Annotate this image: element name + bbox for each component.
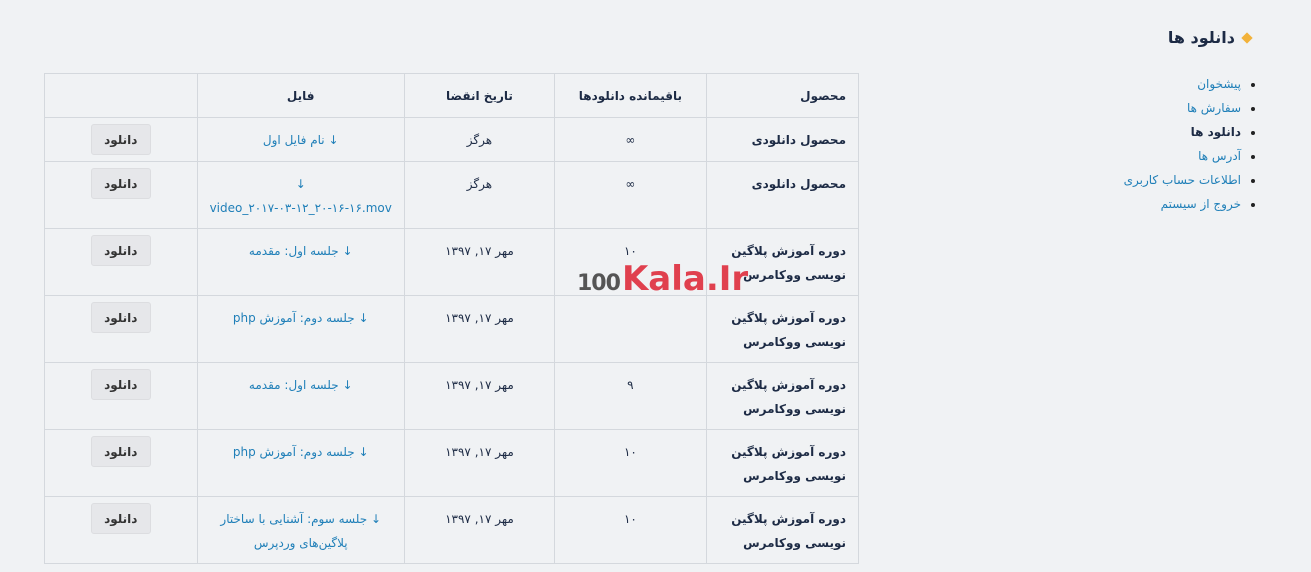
diamond-icon — [1241, 31, 1253, 44]
nav-link-dashboard[interactable]: پیشخوان — [1197, 77, 1241, 91]
cell-action: دانلود — [44, 228, 198, 296]
header-action — [44, 73, 198, 118]
cell-action: دانلود — [44, 429, 198, 497]
cell-product: دوره آموزش پلاگین نویسی ووکامرس — [705, 295, 860, 363]
cell-file: ↓ جلسه دوم: آموزش php — [196, 295, 405, 363]
header-file: فایل — [196, 73, 405, 118]
cell-expires: مهر ۱۷, ۱۳۹۷ — [403, 228, 556, 296]
file-link[interactable]: ↓ نام فایل اول — [263, 133, 339, 147]
section-header: دانلود ها — [1167, 28, 1253, 47]
download-button[interactable]: دانلود — [90, 168, 151, 199]
cell-product: دوره آموزش پلاگین نویسی ووکامرس — [705, 362, 860, 430]
nav-item-orders[interactable]: سفارش ها — [1124, 96, 1241, 120]
cell-product: دوره آموزش پلاگین نویسی ووکامرس — [705, 429, 860, 497]
page-title: دانلود ها — [1167, 28, 1235, 47]
header-expires: تاریخ انقضا — [403, 73, 556, 118]
nav-link-addresses[interactable]: آدرس ها — [1198, 149, 1241, 163]
cell-file: ↓ video_۲۰۱۷-۰۳-۱۲_۲۰-۱۶-۱۶.mov — [196, 161, 405, 229]
cell-remaining: ۱۰ — [554, 496, 707, 564]
nav-link-logout[interactable]: خروج از سیستم — [1161, 197, 1241, 211]
download-button[interactable]: دانلود — [90, 503, 151, 534]
cell-file: ↓ نام فایل اول — [196, 117, 405, 162]
table-row: محصول دانلودی ∞ هرگز ↓ video_۲۰۱۷-۰۳-۱۲_… — [44, 161, 860, 229]
downloads-table: محصول باقیمانده دانلودها تاریخ انقضا فای… — [44, 73, 860, 564]
cell-file: ↓ جلسه دوم: آموزش php — [196, 429, 405, 497]
table-row: دوره آموزش پلاگین نویسی ووکامرس ۹ مهر ۱۷… — [44, 362, 860, 430]
nav-item-downloads[interactable]: دانلود ها — [1124, 120, 1241, 144]
file-link[interactable]: ↓ جلسه دوم: آموزش php — [233, 311, 369, 325]
cell-file: ↓ جلسه اول: مقدمه — [196, 362, 405, 430]
table-row: دوره آموزش پلاگین نویسی ووکامرس مهر ۱۷, … — [44, 295, 860, 363]
download-button[interactable]: دانلود — [90, 302, 151, 333]
cell-product: دوره آموزش پلاگین نویسی ووکامرس — [705, 496, 860, 564]
download-button[interactable]: دانلود — [90, 124, 151, 155]
file-link[interactable]: ↓ جلسه سوم: آشنایی با ساختار پلاگین‌های … — [220, 512, 381, 550]
nav-link-orders[interactable]: سفارش ها — [1187, 101, 1241, 115]
table-row: دوره آموزش پلاگین نویسی ووکامرس ۱۰ مهر ۱… — [44, 228, 860, 296]
cell-action: دانلود — [44, 117, 198, 162]
file-link[interactable]: ↓ video_۲۰۱۷-۰۳-۱۲_۲۰-۱۶-۱۶.mov — [210, 177, 392, 215]
cell-expires: مهر ۱۷, ۱۳۹۷ — [403, 295, 556, 363]
cell-expires: هرگز — [403, 117, 556, 162]
nav-item-dashboard[interactable]: پیشخوان — [1124, 72, 1241, 96]
table-row: دوره آموزش پلاگین نویسی ووکامرس ۱۰ مهر ۱… — [44, 496, 860, 564]
account-nav: پیشخوان سفارش ها دانلود ها آدرس ها اطلاع… — [1124, 72, 1261, 216]
download-button[interactable]: دانلود — [90, 235, 151, 266]
nav-item-addresses[interactable]: آدرس ها — [1124, 144, 1241, 168]
cell-file: ↓ جلسه سوم: آشنایی با ساختار پلاگین‌های … — [196, 496, 405, 564]
cell-remaining: ∞ — [554, 117, 707, 162]
file-link[interactable]: ↓ جلسه اول: مقدمه — [249, 378, 353, 392]
cell-remaining: ∞ — [554, 161, 707, 229]
nav-item-logout[interactable]: خروج از سیستم — [1124, 192, 1241, 216]
cell-product: محصول دانلودی — [705, 161, 860, 229]
nav-item-account-details[interactable]: اطلاعات حساب کاربری — [1124, 168, 1241, 192]
header-remaining: باقیمانده دانلودها — [554, 73, 707, 118]
nav-link-account-details[interactable]: اطلاعات حساب کاربری — [1124, 173, 1241, 187]
table-row: محصول دانلودی ∞ هرگز ↓ نام فایل اول دانل… — [44, 117, 860, 162]
cell-remaining — [554, 295, 707, 363]
cell-remaining: ۱۰ — [554, 429, 707, 497]
cell-action: دانلود — [44, 362, 198, 430]
cell-expires: مهر ۱۷, ۱۳۹۷ — [403, 362, 556, 430]
table-header-row: محصول باقیمانده دانلودها تاریخ انقضا فای… — [44, 73, 860, 118]
nav-link-downloads[interactable]: دانلود ها — [1191, 125, 1241, 139]
table-row: دوره آموزش پلاگین نویسی ووکامرس ۱۰ مهر ۱… — [44, 429, 860, 497]
cell-remaining: ۹ — [554, 362, 707, 430]
cell-expires: مهر ۱۷, ۱۳۹۷ — [403, 429, 556, 497]
cell-action: دانلود — [44, 295, 198, 363]
download-button[interactable]: دانلود — [90, 369, 151, 400]
cell-action: دانلود — [44, 496, 198, 564]
cell-remaining: ۱۰ — [554, 228, 707, 296]
cell-product: محصول دانلودی — [705, 117, 860, 162]
cell-product: دوره آموزش پلاگین نویسی ووکامرس — [705, 228, 860, 296]
header-product: محصول — [705, 73, 860, 118]
download-button[interactable]: دانلود — [90, 436, 151, 467]
cell-expires: مهر ۱۷, ۱۳۹۷ — [403, 496, 556, 564]
file-link[interactable]: ↓ جلسه اول: مقدمه — [249, 244, 353, 258]
file-link[interactable]: ↓ جلسه دوم: آموزش php — [233, 445, 369, 459]
cell-file: ↓ جلسه اول: مقدمه — [196, 228, 405, 296]
cell-expires: هرگز — [403, 161, 556, 229]
cell-action: دانلود — [44, 161, 198, 229]
